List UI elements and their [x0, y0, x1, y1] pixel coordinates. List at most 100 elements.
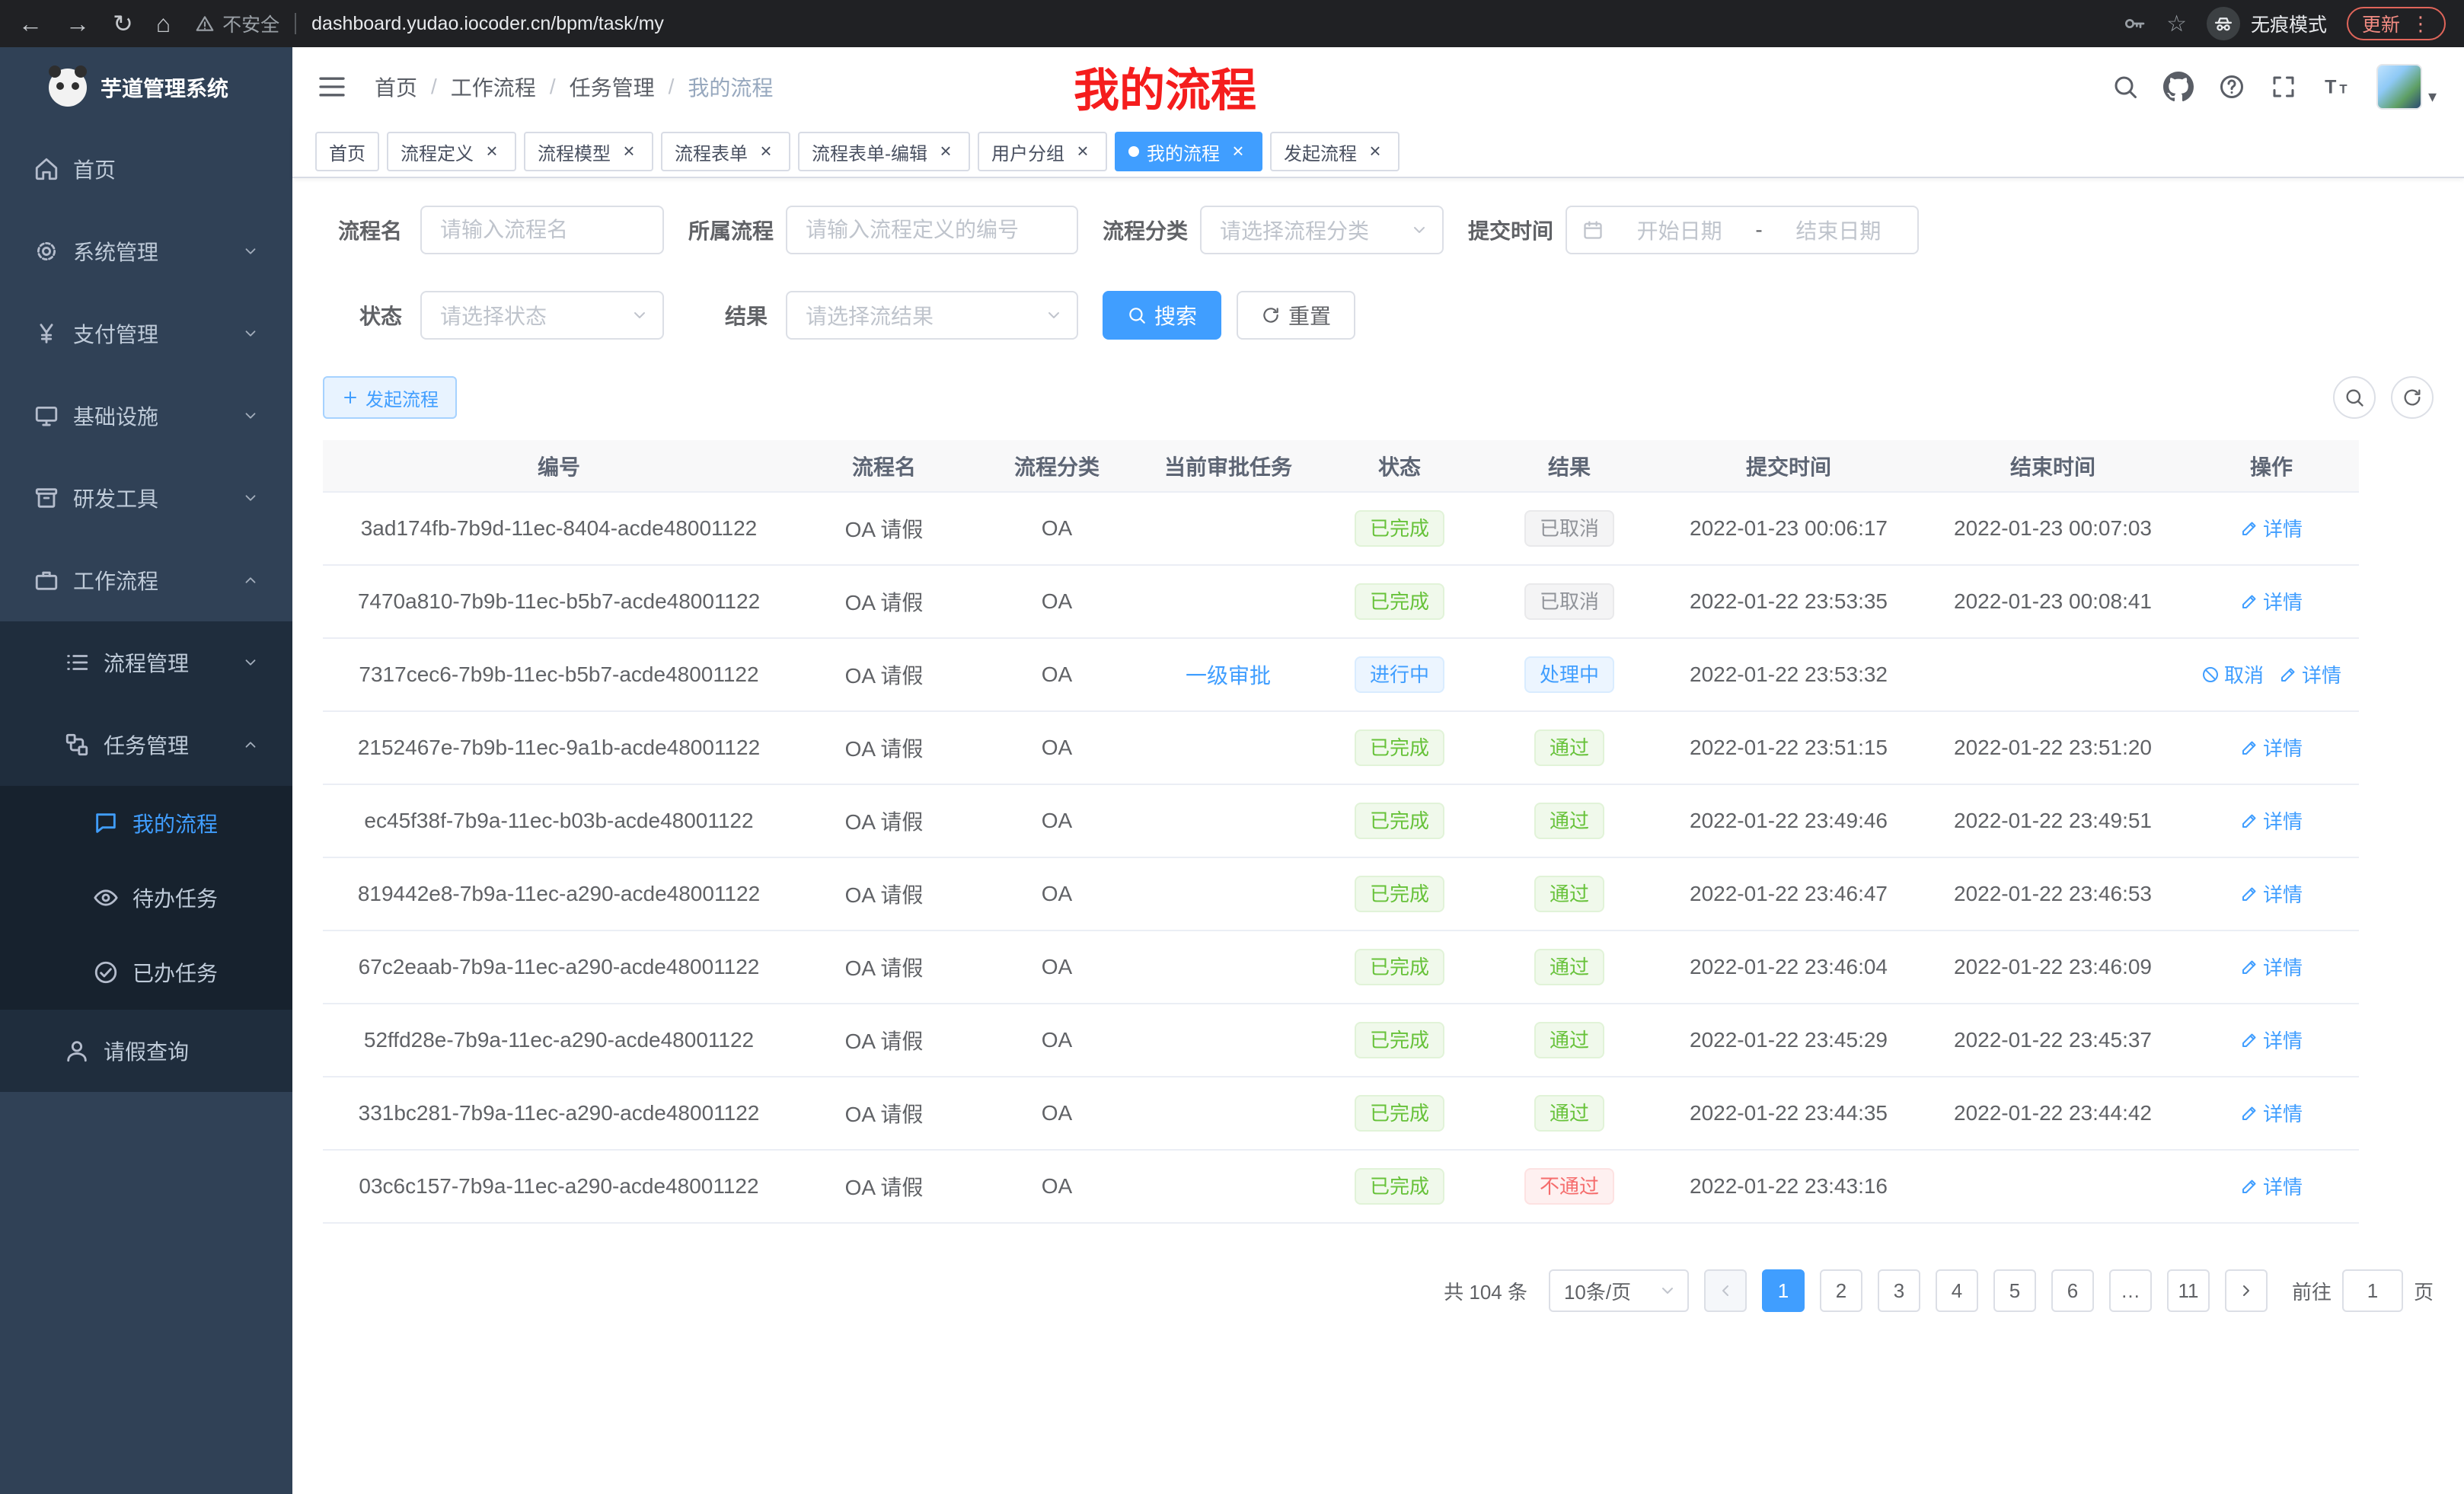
- bookmark-star-icon[interactable]: ☆: [2166, 11, 2187, 37]
- sidebar-item-2[interactable]: 系统管理: [0, 210, 292, 292]
- fullscreen-icon[interactable]: [2270, 73, 2297, 101]
- page-button-2[interactable]: 2: [1820, 1269, 1862, 1312]
- status-select[interactable]: 请选择状态: [420, 291, 664, 340]
- sidebar-item-11[interactable]: 已办任务: [0, 935, 292, 1010]
- create-process-button[interactable]: 发起流程: [323, 376, 457, 419]
- sidebar-item-12[interactable]: 请假查询: [0, 1010, 292, 1092]
- page-button-…[interactable]: …: [2109, 1269, 2152, 1312]
- tab-6[interactable]: 用户分组 ×: [978, 132, 1107, 171]
- browser-back-button[interactable]: ←: [18, 11, 43, 36]
- process-table: 编号 流程名 流程分类 当前审批任务 状态 结果 提交时间 结束时间 操作 3a…: [323, 440, 2359, 1224]
- category-select[interactable]: 请选择流程分类: [1200, 206, 1444, 254]
- sidebar-item-7[interactable]: 流程管理: [0, 621, 292, 704]
- tab-3[interactable]: 流程模型 ×: [524, 132, 653, 171]
- sidebar-item-5[interactable]: 研发工具: [0, 457, 292, 539]
- process-detail-link[interactable]: 详情: [2240, 587, 2303, 615]
- close-tab-icon[interactable]: ×: [1072, 141, 1093, 162]
- avatar[interactable]: [2376, 64, 2422, 110]
- submit-time-range-picker[interactable]: 开始日期 - 结束日期: [1566, 206, 1919, 254]
- sidebar-item-4[interactable]: 基础设施: [0, 375, 292, 457]
- close-tab-icon[interactable]: ×: [618, 141, 640, 162]
- tab-7[interactable]: 我的流程 ×: [1115, 132, 1262, 171]
- tab-4[interactable]: 流程表单 ×: [661, 132, 790, 171]
- col-id: 编号: [323, 440, 795, 492]
- browser-home-button[interactable]: ⌂: [156, 11, 171, 36]
- search-icon[interactable]: [2111, 73, 2139, 101]
- cell-category: OA: [973, 784, 1141, 857]
- process-detail-link[interactable]: 详情: [2240, 879, 2303, 908]
- close-tab-icon[interactable]: ×: [935, 141, 956, 162]
- breadcrumb-item-home[interactable]: 首页: [375, 72, 417, 102]
- breadcrumb-item-workflow[interactable]: 工作流程: [451, 72, 536, 102]
- edit-icon: [2240, 1177, 2258, 1196]
- sidebar-item-9[interactable]: 我的流程: [0, 786, 292, 860]
- help-icon[interactable]: [2218, 73, 2245, 101]
- cancel-process-link[interactable]: 取消: [2201, 660, 2264, 688]
- sidebar-item-label: 首页: [73, 154, 116, 184]
- browser-forward-button[interactable]: →: [65, 11, 90, 36]
- close-tab-icon[interactable]: ×: [755, 141, 777, 162]
- result-badge: 处理中: [1524, 656, 1614, 693]
- sidebar-item-10[interactable]: 待办任务: [0, 860, 292, 935]
- page-button-4[interactable]: 4: [1936, 1269, 1978, 1312]
- current-task-link[interactable]: 一级审批: [1186, 664, 1271, 688]
- tab-2[interactable]: 流程定义 ×: [387, 132, 516, 171]
- result-badge: 通过: [1534, 949, 1604, 985]
- page-button-11[interactable]: 11: [2167, 1269, 2210, 1312]
- result-select[interactable]: 请选择流结果: [786, 291, 1078, 340]
- search-button[interactable]: 搜索: [1103, 291, 1221, 340]
- tab-1[interactable]: 首页: [315, 132, 379, 171]
- edit-icon: [2240, 812, 2258, 830]
- menu-fold-icon[interactable]: [317, 72, 347, 102]
- process-detail-link[interactable]: 详情: [2240, 1099, 2303, 1127]
- goto-page-input[interactable]: [2342, 1269, 2403, 1312]
- cell-end-time: 2022-01-23 00:08:41: [1922, 565, 2184, 638]
- status-badge: 已完成: [1355, 1022, 1444, 1058]
- text-size-icon[interactable]: [2322, 72, 2352, 102]
- process-detail-link[interactable]: 详情: [2279, 660, 2341, 688]
- sidebar-item-6[interactable]: 工作流程: [0, 539, 292, 621]
- address-bar[interactable]: 不安全 dashboard.yudao.iocoder.cn/bpm/task/…: [195, 10, 2122, 37]
- cell-actions: 详情: [2184, 565, 2359, 638]
- browser-menu-icon[interactable]: ⋮: [2411, 12, 2430, 36]
- key-icon[interactable]: [2122, 11, 2146, 36]
- cell-current-task: [1141, 492, 1316, 565]
- process-detail-link[interactable]: 详情: [2240, 806, 2303, 835]
- sidebar-item-label: 待办任务: [132, 883, 218, 913]
- browser-reload-button[interactable]: ↻: [113, 11, 133, 36]
- process-name-input[interactable]: [420, 206, 664, 254]
- browser-update-button[interactable]: 更新 ⋮: [2347, 7, 2446, 40]
- tab-5[interactable]: 流程表单-编辑 ×: [798, 132, 970, 171]
- category-label: 流程分类: [1103, 215, 1200, 245]
- process-detail-link[interactable]: 详情: [2240, 1172, 2303, 1200]
- page-button-6[interactable]: 6: [2051, 1269, 2094, 1312]
- close-tab-icon[interactable]: ×: [1227, 141, 1249, 162]
- close-tab-icon[interactable]: ×: [1364, 141, 1386, 162]
- toggle-search-button[interactable]: [2333, 376, 2376, 419]
- status-badge: 已完成: [1355, 510, 1444, 547]
- yen-icon: [34, 321, 59, 346]
- cell-process-id: 52ffd28e-7b9a-11ec-a290-acde48001122: [323, 1004, 795, 1077]
- app-logo[interactable]: 芋道管理系统: [0, 47, 292, 128]
- close-tab-icon[interactable]: ×: [481, 141, 503, 162]
- process-detail-link[interactable]: 详情: [2240, 1026, 2303, 1054]
- refresh-table-button[interactable]: [2391, 376, 2434, 419]
- page-button-3[interactable]: 3: [1878, 1269, 1920, 1312]
- reset-button[interactable]: 重置: [1237, 291, 1355, 340]
- process-detail-link[interactable]: 详情: [2240, 514, 2303, 542]
- breadcrumb-item-task[interactable]: 任务管理: [570, 72, 655, 102]
- process-detail-link[interactable]: 详情: [2240, 733, 2303, 761]
- sidebar-item-1[interactable]: 首页: [0, 128, 292, 210]
- user-menu[interactable]: ▾: [2376, 64, 2437, 110]
- page-button-5[interactable]: 5: [1993, 1269, 2036, 1312]
- next-page-button[interactable]: [2225, 1269, 2268, 1312]
- page-size-select[interactable]: 10条/页: [1549, 1269, 1689, 1312]
- sidebar-item-3[interactable]: 支付管理: [0, 292, 292, 375]
- sidebar-item-8[interactable]: 任务管理: [0, 704, 292, 786]
- prev-page-button[interactable]: [1704, 1269, 1747, 1312]
- process-def-input[interactable]: [786, 206, 1078, 254]
- tab-8[interactable]: 发起流程 ×: [1270, 132, 1400, 171]
- page-button-1[interactable]: 1: [1762, 1269, 1805, 1312]
- github-icon[interactable]: [2163, 72, 2194, 102]
- process-detail-link[interactable]: 详情: [2240, 953, 2303, 981]
